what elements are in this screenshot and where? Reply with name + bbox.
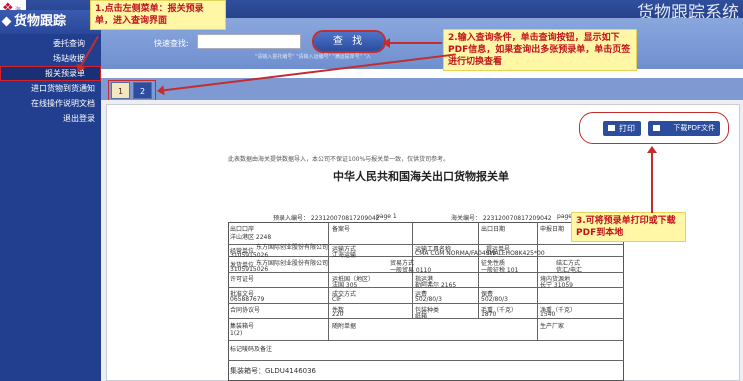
field-value: 长宁 31059 bbox=[540, 282, 573, 289]
download-pdf-button[interactable]: 下载PDF文件 bbox=[648, 121, 720, 136]
field-label: 备案号 bbox=[332, 226, 351, 233]
callout-step1: 1.点击左侧菜单：报关预录单，进入查询界面 bbox=[90, 0, 226, 30]
field-value: 洋山港区 2248 bbox=[230, 234, 272, 241]
sidebar-section-header[interactable]: 货物跟踪 bbox=[0, 10, 101, 34]
disclaimer-text: 此表数据由海关提供数据导入，本公司不保证100%与报关单一致，仅供货司参考。 bbox=[228, 156, 450, 163]
field-value: CIF bbox=[332, 296, 342, 303]
diamond-icon bbox=[1, 16, 12, 27]
form-row-divider bbox=[228, 360, 624, 361]
field-value: 东方国际创业股份有限公司 bbox=[256, 244, 329, 251]
callout-arrow-2a bbox=[383, 38, 442, 48]
form-row-divider bbox=[228, 340, 624, 341]
field-value: 065887679 bbox=[230, 296, 265, 303]
customs-number: 海关编号： 223120070817209042 bbox=[451, 215, 552, 222]
field-value: 江海运输 bbox=[332, 252, 357, 259]
callout-step2: 2.输入查询条件，单击查询按钮，显示如下PDF信息，如果查询出多张预录单，单击页… bbox=[443, 29, 637, 71]
field-value: CMA CGM NORMA/FA049W bbox=[415, 250, 496, 257]
field-label: 随附单据 bbox=[332, 323, 357, 330]
sidebar-item-online-docs[interactable]: 在线操作说明文档 bbox=[0, 96, 101, 111]
field-value: 1870 bbox=[481, 311, 497, 318]
field-label: 许可证号 bbox=[230, 276, 255, 283]
field-value: 法国 305 bbox=[332, 282, 358, 289]
sidebar-item-arrival-notice[interactable]: 进口货物到货通知 bbox=[0, 81, 101, 96]
form-row-divider bbox=[228, 303, 624, 304]
field-label: 集装箱号 bbox=[230, 323, 255, 330]
callout-step3: 3.可将预录单打印或下载PDF到本地 bbox=[571, 212, 686, 242]
printer-icon bbox=[608, 125, 615, 131]
search-input[interactable] bbox=[197, 34, 301, 49]
field-label: 申报日期 bbox=[540, 226, 565, 233]
print-button[interactable]: 打印 bbox=[603, 121, 641, 136]
form-col-divider bbox=[478, 222, 479, 318]
field-value: 纸箱 bbox=[415, 313, 428, 320]
sidebar-item-entrust-query[interactable]: 委托查询 bbox=[0, 36, 101, 51]
form-col-divider bbox=[328, 222, 329, 340]
field-label: 出口日期 bbox=[481, 226, 506, 233]
page-indicator-left: page 1 bbox=[376, 213, 397, 220]
print-button-label: 打印 bbox=[619, 124, 635, 133]
sidebar-item-customs-preentry[interactable]: 报关预录单 bbox=[0, 66, 101, 81]
page-tabs-bar bbox=[101, 78, 743, 100]
tabs-highlight-frame bbox=[108, 80, 156, 101]
form-col-divider bbox=[537, 222, 538, 340]
sidebar-item-logout[interactable]: 退出登录 bbox=[0, 111, 101, 126]
field-value: 220 bbox=[332, 311, 344, 318]
document-title: 中华人民共和国海关出口货物报关单 bbox=[333, 170, 509, 183]
field-label: 标记唛码及备注 bbox=[230, 346, 273, 353]
field-label: 生产厂家 bbox=[540, 323, 565, 330]
field-label: 合同协议号 bbox=[230, 307, 261, 314]
callout-arrow-3 bbox=[651, 147, 653, 213]
download-icon bbox=[653, 125, 660, 131]
field-value: 1(2) bbox=[230, 330, 243, 337]
search-button[interactable]: 查 找 bbox=[314, 32, 384, 51]
field-value: SHALEHO8K425*00 bbox=[486, 250, 545, 257]
field-value: 勒阿弗尔 2165 bbox=[415, 282, 457, 289]
field-value: 502/80/3 bbox=[481, 296, 508, 303]
field-value: 3105915026 bbox=[230, 266, 269, 273]
download-button-label: 下载PDF文件 bbox=[673, 124, 715, 132]
field-value: 1540 bbox=[540, 311, 556, 318]
search-label: 快速查找: bbox=[154, 39, 189, 48]
field-value: 一般征税 101 bbox=[481, 267, 519, 274]
field-value: 集装箱号：GLDU4146036 bbox=[230, 367, 317, 375]
field-value: 502/80/3 bbox=[415, 296, 442, 303]
sidebar-section-title: 货物跟踪 bbox=[14, 14, 67, 29]
pre-entry-number: 预录入编号： 223120070817209042 bbox=[273, 215, 380, 222]
field-value: 一般贸易 0110 bbox=[390, 267, 432, 274]
field-value: 信汇/电汇 bbox=[556, 267, 583, 274]
